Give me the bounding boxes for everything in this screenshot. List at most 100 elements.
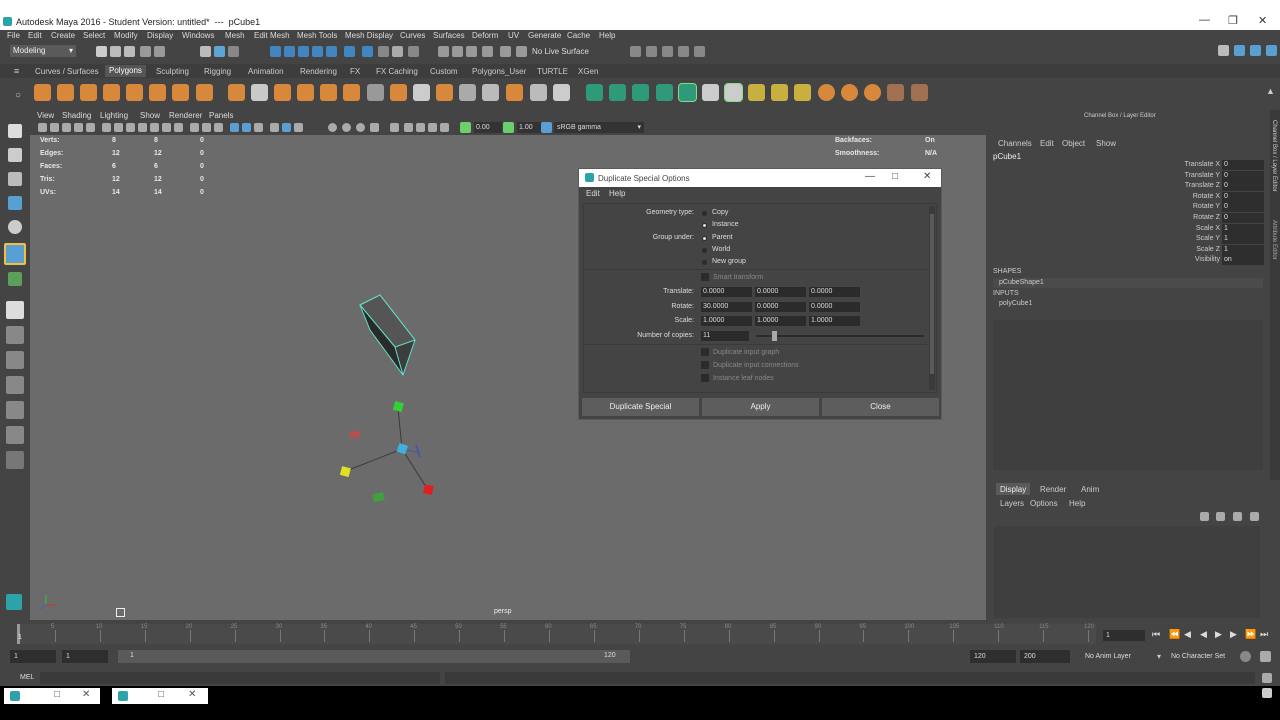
film-gate-icon[interactable] xyxy=(114,123,123,132)
tab-turtle[interactable]: TURTLE xyxy=(537,67,568,76)
channel-value[interactable]: 0 xyxy=(1222,170,1264,181)
channel-name[interactable]: Rotate Y xyxy=(1150,203,1220,210)
auto-key-icon[interactable] xyxy=(1240,651,1251,662)
sculpt-icon[interactable] xyxy=(864,84,881,101)
render-view-icon[interactable] xyxy=(630,46,641,57)
lock-icon[interactable] xyxy=(392,46,403,57)
gate-mask-icon[interactable] xyxy=(138,123,147,132)
number-of-copies-field[interactable]: 11 xyxy=(701,331,749,341)
paint-select-icon[interactable] xyxy=(8,172,22,186)
live-surface-label[interactable]: No Live Surface xyxy=(532,47,589,56)
shadows-icon[interactable] xyxy=(254,123,263,132)
play-backward-icon[interactable]: ◀ xyxy=(1200,629,1207,640)
reduce-icon[interactable] xyxy=(343,84,360,101)
scale-z-handle[interactable] xyxy=(339,466,351,478)
move-tool-icon[interactable] xyxy=(8,196,22,210)
wood-brush-icon[interactable] xyxy=(887,84,904,101)
apply-button[interactable]: Apply xyxy=(702,398,819,416)
restore-icon[interactable]: □ xyxy=(54,689,60,700)
tab-custom[interactable]: Custom xyxy=(430,67,458,76)
layout-two-stack-icon[interactable] xyxy=(6,401,24,419)
animation-start-field[interactable]: 1 xyxy=(10,650,56,663)
wireframe-icon[interactable] xyxy=(190,123,199,132)
select-component-icon[interactable] xyxy=(228,46,239,57)
textured-icon[interactable] xyxy=(214,123,223,132)
vp-menu-panels[interactable]: Panels xyxy=(209,111,233,120)
last-tool-icon[interactable] xyxy=(6,301,24,319)
channel-name[interactable]: Scale X xyxy=(1150,225,1220,232)
menu-mesh-tools[interactable]: Mesh Tools xyxy=(297,31,337,40)
menu-modify[interactable]: Modify xyxy=(114,31,138,40)
channel-name[interactable]: Rotate X xyxy=(1150,193,1220,200)
tab-render[interactable]: Render xyxy=(1040,485,1066,494)
rotate-y-field[interactable]: 0.0000 xyxy=(755,302,806,312)
select-object-icon[interactable] xyxy=(214,46,225,57)
character-set-select[interactable]: No Character Set xyxy=(1171,653,1225,660)
preferences-icon[interactable] xyxy=(1260,651,1271,662)
gamma-icon[interactable] xyxy=(503,122,514,133)
play-forward-icon[interactable]: ▶ xyxy=(1215,629,1222,640)
channel-name[interactable]: Translate X xyxy=(1150,161,1220,168)
layer-menu-options[interactable]: Options xyxy=(1030,499,1058,508)
tab-polygons-user[interactable]: Polygons_User xyxy=(472,67,526,76)
open-scene-icon[interactable] xyxy=(110,46,121,57)
combine-icon[interactable] xyxy=(228,84,245,101)
move-layer-up-icon[interactable] xyxy=(1200,512,1209,521)
target-weld-icon[interactable] xyxy=(553,84,570,101)
vp-menu-show[interactable]: Show xyxy=(140,111,160,120)
menu-generate[interactable]: Generate xyxy=(528,31,561,40)
channel-value[interactable]: 1 xyxy=(1222,223,1264,234)
layout-uv-icon[interactable] xyxy=(748,84,765,101)
layer-menu-help[interactable]: Help xyxy=(1069,499,1085,508)
channel-value[interactable]: 0 xyxy=(1222,160,1264,170)
rotate-z-field[interactable]: 0.0000 xyxy=(809,302,860,312)
taskbar-maya-dialog[interactable]: □ ✕ xyxy=(112,688,208,704)
copies-slider-handle[interactable] xyxy=(772,331,777,341)
channel-value[interactable]: 1 xyxy=(1222,234,1264,245)
step-back-frame-icon[interactable]: ◀ xyxy=(1184,629,1191,640)
minimize-icon[interactable]: — xyxy=(1199,14,1210,26)
duplicate-special-button[interactable]: Duplicate Special xyxy=(582,398,699,416)
planar-uv-icon[interactable] xyxy=(586,84,603,101)
duplicate-input-connections-checkbox[interactable] xyxy=(701,361,709,369)
2d-pan-zoom-icon[interactable] xyxy=(74,123,83,132)
menu-cache[interactable]: Cache xyxy=(567,31,590,40)
tab-animation[interactable]: Animation xyxy=(248,67,284,76)
channel-value[interactable]: on xyxy=(1222,255,1264,266)
hud-icon[interactable] xyxy=(428,123,437,132)
range-slider-bar[interactable]: 1 120 xyxy=(118,650,630,663)
safe-action-icon[interactable] xyxy=(162,123,171,132)
vp-menu-view[interactable]: View xyxy=(37,111,54,120)
input-name[interactable]: polyCube1 xyxy=(999,300,1032,307)
channel-box-icon[interactable] xyxy=(1266,45,1277,56)
shape-name[interactable]: pCubeShape1 xyxy=(999,279,1044,286)
color-management-toggle-icon[interactable] xyxy=(440,123,449,132)
insert-edge-loop-icon[interactable] xyxy=(482,84,499,101)
render-settings-icon[interactable] xyxy=(678,46,689,57)
xray-icon[interactable] xyxy=(500,46,511,57)
radio-new-group[interactable] xyxy=(702,260,707,265)
vp-menu-shading[interactable]: Shading xyxy=(62,111,91,120)
unfold-uv-icon[interactable] xyxy=(771,84,788,101)
magnet-icon[interactable] xyxy=(438,46,449,57)
paint-sphere-icon[interactable] xyxy=(818,84,835,101)
cb-menu-channels[interactable]: Channels xyxy=(998,139,1032,148)
menu-uv[interactable]: UV xyxy=(508,31,519,40)
camera-icon[interactable] xyxy=(516,46,527,57)
scale-y-field[interactable]: 1.0000 xyxy=(755,316,806,326)
channel-name[interactable]: Scale Z xyxy=(1150,246,1220,253)
channel-value[interactable]: 0 xyxy=(1222,202,1264,213)
snap-curve-icon[interactable] xyxy=(284,46,295,57)
channel-name[interactable]: Rotate Z xyxy=(1150,214,1220,221)
poly-pipe-icon[interactable] xyxy=(196,84,213,101)
separate-icon[interactable] xyxy=(251,84,268,101)
exposure-field[interactable]: 0.00 xyxy=(474,122,502,133)
anim-layer-select[interactable]: No Anim Layer xyxy=(1085,653,1131,660)
use-all-lights-icon[interactable] xyxy=(242,123,251,132)
ambient-occlusion-icon[interactable] xyxy=(328,123,337,132)
menu-curves[interactable]: Curves xyxy=(400,31,425,40)
pivot-icon[interactable] xyxy=(466,46,477,57)
object-name[interactable]: pCube1 xyxy=(993,152,1021,161)
radio-parent[interactable] xyxy=(702,236,707,241)
snap-grid-icon[interactable] xyxy=(270,46,281,57)
